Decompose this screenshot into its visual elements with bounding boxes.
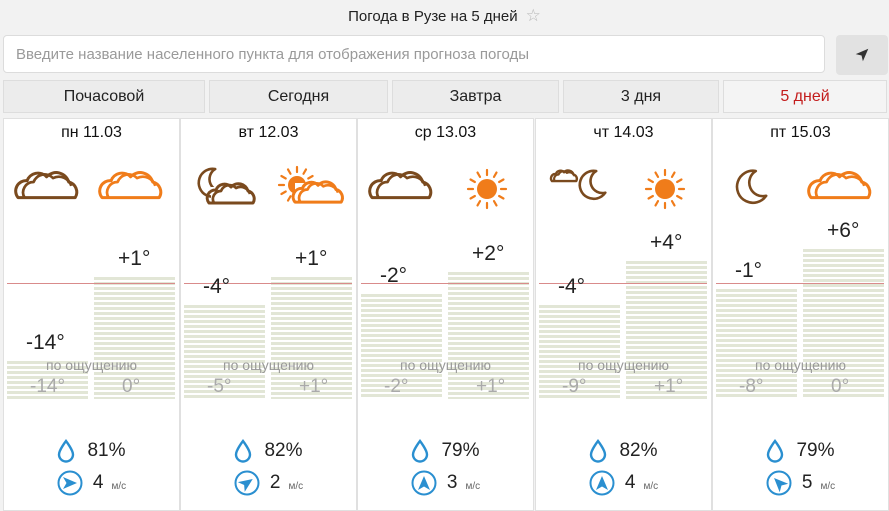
- search-input[interactable]: [4, 36, 824, 72]
- day-date: вт 12.03: [238, 124, 299, 141]
- wind-direction-icon: [589, 470, 625, 496]
- night-temp: -4°: [203, 275, 231, 299]
- night-temp: -1°: [735, 258, 763, 282]
- day-card[interactable]: пт 15.03 -1° +6° по ощущению -8° 0° 79% …: [712, 118, 889, 511]
- drop-icon: [57, 439, 87, 463]
- night-temp: -14°: [26, 331, 65, 355]
- wind: 5 м/с: [713, 470, 888, 496]
- wind-speed: 2: [269, 472, 281, 493]
- day-date: пн 11.03: [61, 124, 122, 141]
- tab-2[interactable]: Сегодня: [209, 80, 388, 113]
- feels-like-label: по ощущению: [223, 357, 314, 373]
- wind-unit: м/с: [643, 480, 659, 492]
- night-feels-like: -2°: [384, 376, 409, 397]
- wind-unit: м/с: [111, 480, 127, 492]
- wind: 3 м/с: [358, 470, 533, 496]
- humidity-value: 79%: [441, 440, 480, 461]
- feels-like-label: по ощущению: [755, 357, 846, 373]
- humidity-value: 81%: [87, 440, 126, 461]
- wind-speed: 4: [92, 472, 104, 493]
- day-feels-like: +1°: [476, 376, 506, 397]
- wind-unit: м/с: [820, 480, 836, 492]
- humidity-value: 79%: [796, 440, 835, 461]
- wind-direction-icon: [57, 470, 93, 496]
- humidity: 79%: [358, 439, 533, 463]
- tab-5[interactable]: 5 дней: [723, 80, 887, 113]
- tab-4[interactable]: 3 дня: [563, 80, 719, 113]
- night-feels-like: -14°: [30, 376, 66, 397]
- day-feels-like: 0°: [831, 376, 850, 397]
- wind: 2 м/с: [181, 470, 356, 496]
- day-feels-like: +1°: [299, 376, 329, 397]
- day-date: чт 14.03: [593, 124, 654, 141]
- cloud-icon: [805, 161, 879, 217]
- sun-icon: [450, 161, 524, 217]
- drop-icon: [766, 439, 796, 463]
- cloud-icon: [12, 161, 86, 217]
- wind-unit: м/с: [288, 480, 304, 492]
- day-card[interactable]: ср 13.03 -2° +2° по ощущению -2° +1° 79%…: [357, 118, 534, 511]
- night-temp: -4°: [558, 275, 586, 299]
- tab-3[interactable]: Завтра: [392, 80, 559, 113]
- cloud-icon: [96, 161, 170, 217]
- page-header: Погода в Рузе на 5 дней ☆: [0, 0, 889, 32]
- day-temp: +6°: [827, 219, 860, 243]
- drop-icon: [411, 439, 441, 463]
- day-temp: +1°: [295, 247, 328, 271]
- moon-cloud-icon: [189, 161, 263, 217]
- star-outline-icon[interactable]: ☆: [526, 6, 541, 26]
- day-card[interactable]: вт 12.03 -4° +1° по ощущению -5° +1° 82%…: [180, 118, 357, 511]
- feels-like-label: по ощущению: [400, 357, 491, 373]
- wind-direction-icon: [411, 470, 447, 496]
- wind-direction-icon: [766, 470, 802, 496]
- day-temp: +1°: [118, 247, 151, 271]
- page-title: Погода в Рузе на 5 дней: [348, 7, 518, 25]
- humidity-value: 82%: [264, 440, 303, 461]
- day-date: ср 13.03: [414, 124, 477, 141]
- day-date: пт 15.03: [770, 124, 831, 141]
- night-temp: -2°: [380, 264, 408, 288]
- wind-speed: 5: [801, 472, 813, 493]
- sun-icon: [628, 161, 702, 217]
- day-feels-like: +1°: [654, 376, 684, 397]
- night-feels-like: -9°: [562, 376, 587, 397]
- wind: 4 м/с: [4, 470, 179, 496]
- feels-like-label: по ощущению: [578, 357, 669, 373]
- day-card[interactable]: чт 14.03 -4° +4° по ощущению -9° +1° 82%…: [535, 118, 712, 511]
- wind-speed: 3: [446, 472, 458, 493]
- zero-line: [716, 283, 884, 284]
- cloud-icon: [366, 161, 440, 217]
- wind-direction-icon: [234, 470, 270, 496]
- locate-button[interactable]: [836, 35, 888, 75]
- moon-icon: [721, 161, 795, 217]
- humidity: 82%: [536, 439, 711, 463]
- humidity-value: 82%: [619, 440, 658, 461]
- zero-line: [7, 283, 175, 284]
- day-temp: +4°: [650, 230, 683, 254]
- tab-1[interactable]: Почасовой: [3, 80, 205, 113]
- sun-cloud-icon: [273, 161, 347, 217]
- feels-like-label: по ощущению: [46, 357, 137, 373]
- night-feels-like: -8°: [739, 376, 764, 397]
- moon-small-cloud-icon: [544, 161, 618, 217]
- day-card[interactable]: пн 11.03 -14° +1° по ощущению -14° 0° 81…: [3, 118, 180, 511]
- search-box: [3, 35, 825, 73]
- wind: 4 м/с: [536, 470, 711, 496]
- humidity: 79%: [713, 439, 888, 463]
- drop-icon: [589, 439, 619, 463]
- location-arrow-icon: [855, 48, 869, 62]
- humidity: 81%: [4, 439, 179, 463]
- day-temp: +2°: [472, 241, 505, 265]
- wind-speed: 4: [624, 472, 636, 493]
- night-feels-like: -5°: [207, 376, 232, 397]
- drop-icon: [234, 439, 264, 463]
- wind-unit: м/с: [465, 480, 481, 492]
- humidity: 82%: [181, 439, 356, 463]
- day-feels-like: 0°: [122, 376, 141, 397]
